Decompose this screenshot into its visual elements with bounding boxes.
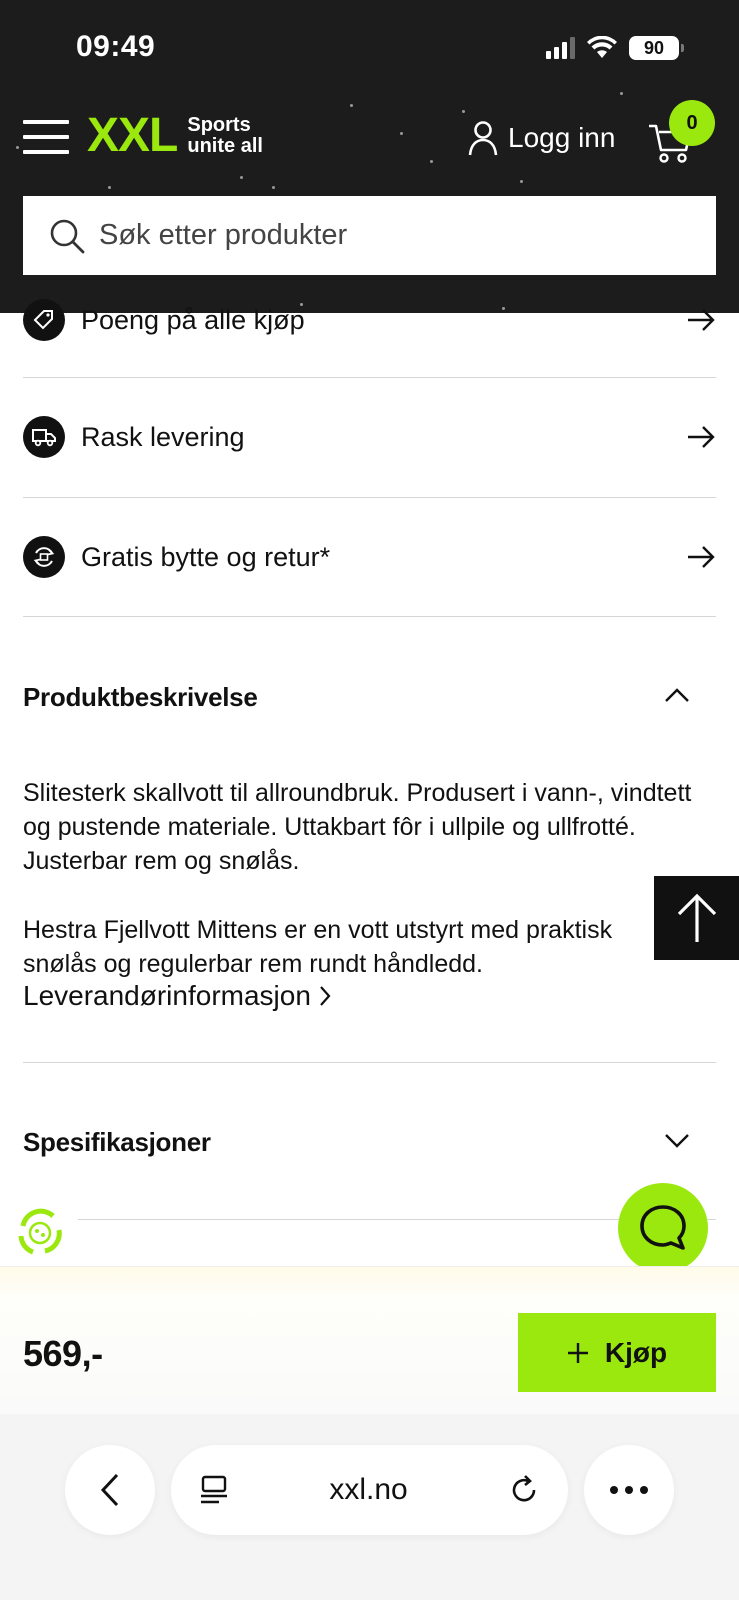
divider: [23, 497, 716, 498]
user-icon: [468, 121, 498, 156]
product-price: 569,-: [23, 1333, 103, 1374]
logo-tagline: Sports unite all: [187, 115, 263, 157]
benefit-label: Rask levering: [81, 421, 245, 452]
search-input[interactable]: Søk etter produkter: [23, 196, 716, 275]
more-icon: [610, 1486, 648, 1494]
chat-icon: [640, 1205, 686, 1250]
logo-tagline-line-1: Sports: [187, 114, 251, 136]
tabs-icon: [201, 1475, 227, 1504]
chevron-down-icon[interactable]: [664, 1133, 690, 1149]
arrow-right-icon: [688, 546, 715, 568]
xxl-logo[interactable]: XXL Sports unite all: [87, 112, 263, 160]
benefit-label: Gratis bytte og retur*: [81, 541, 331, 572]
recycle-icon[interactable]: [13, 1206, 67, 1260]
benefit-row-delivery[interactable]: Rask levering: [23, 416, 716, 458]
reload-icon[interactable]: [508, 1474, 540, 1506]
chevron-up-icon[interactable]: [664, 687, 690, 703]
description-heading[interactable]: Produktbeskrivelse: [23, 682, 258, 713]
divider: [23, 1062, 716, 1063]
site-header: 09:49 90 XXL Sports unite all Logg inn 0: [0, 0, 739, 313]
plus-icon: [567, 1342, 588, 1363]
more-options-button[interactable]: [584, 1445, 674, 1535]
description-paragraph-2: Hestra Fjellvott Mittens er en vott utst…: [23, 916, 613, 978]
truck-icon: [23, 416, 65, 458]
arrow-right-icon: [688, 309, 715, 331]
search-placeholder: Søk etter produkter: [99, 219, 348, 251]
arrow-up-icon: [677, 893, 716, 942]
buy-button[interactable]: Kjøp: [518, 1313, 716, 1392]
chevron-right-icon: [320, 986, 331, 1006]
logo-wordmark: XXL: [87, 109, 178, 162]
buy-label: Kjøp: [604, 1336, 668, 1368]
url-text: xxl.no: [329, 1473, 408, 1506]
battery-indicator: 90: [629, 36, 684, 60]
menu-button[interactable]: [23, 120, 69, 154]
divider: [23, 616, 716, 617]
back-button[interactable]: [65, 1445, 155, 1535]
login-label: Logg inn: [508, 122, 616, 153]
tag-icon: [23, 299, 65, 341]
benefit-row-points[interactable]: Poeng på alle kjøp: [23, 299, 716, 341]
return-icon: [23, 536, 65, 578]
search-icon: [50, 219, 85, 253]
wifi-icon: [587, 36, 617, 58]
chat-button[interactable]: [618, 1183, 708, 1273]
benefit-label: Poeng på alle kjøp: [81, 304, 305, 335]
login-button[interactable]: Logg inn: [468, 120, 615, 156]
arrow-right-icon: [688, 426, 715, 448]
chevron-left-icon: [100, 1473, 119, 1507]
description-paragraph-1: Slitesterk skallvott til allroundbruk. P…: [23, 779, 692, 875]
scroll-to-top-button[interactable]: [654, 876, 739, 960]
supplier-info-label: Leverandørinformasjon: [23, 980, 311, 1011]
logo-tagline-line-2: unite all: [187, 135, 263, 157]
status-icons: 90: [546, 36, 684, 60]
specifications-heading[interactable]: Spesifikasjoner: [23, 1127, 211, 1158]
divider: [23, 377, 716, 378]
signal-icon: [546, 37, 575, 59]
cart-count-badge: 0: [669, 100, 715, 146]
supplier-info-link[interactable]: Leverandørinformasjon: [23, 980, 331, 1012]
status-time: 09:49: [76, 30, 156, 63]
benefit-row-returns[interactable]: Gratis bytte og retur*: [23, 536, 716, 578]
address-bar[interactable]: xxl.no: [171, 1445, 568, 1535]
